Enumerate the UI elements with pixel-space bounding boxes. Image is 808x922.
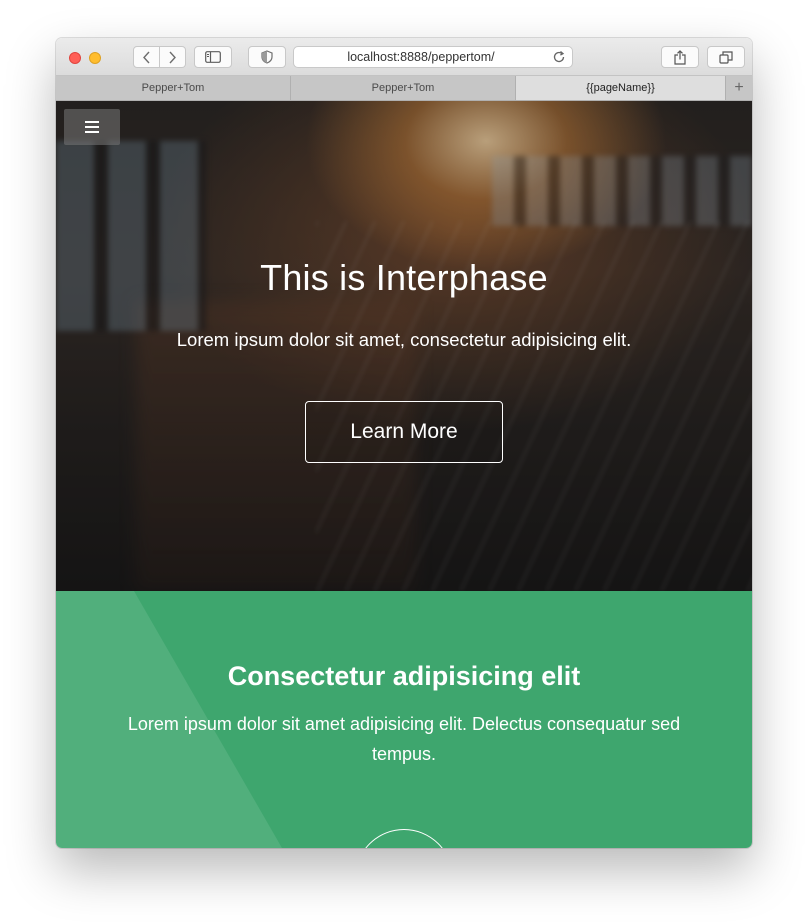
hero-title: This is Interphase	[260, 257, 548, 298]
feature-circle-icon	[355, 829, 453, 848]
browser-toolbar: localhost:8888/peppertom/	[56, 38, 752, 785]
tab-label: {{pageName}}	[586, 82, 655, 94]
learn-more-label: Learn More	[350, 420, 458, 443]
back-button[interactable]	[133, 46, 160, 68]
share-button[interactable]	[661, 46, 699, 68]
hamburger-icon	[85, 121, 99, 133]
chevron-right-icon	[169, 51, 176, 63]
tab-label: Pepper+Tom	[141, 82, 205, 94]
forward-button[interactable]	[159, 46, 186, 68]
feature-title: Consectetur adipisicing elit	[227, 661, 581, 691]
browser-window: localhost:8888/peppertom/ Pepper+Tom Pep…	[56, 38, 752, 848]
address-bar[interactable]: localhost:8888/peppertom/	[293, 46, 573, 68]
feature-section: Consectetur adipisicing elit Lorem ipsum…	[56, 591, 752, 848]
menu-toggle-button[interactable]	[64, 109, 120, 145]
reload-icon[interactable]	[552, 50, 566, 64]
tab-pepper-tom-1[interactable]: Pepper+Tom	[56, 76, 291, 100]
close-window-button[interactable]	[69, 52, 81, 64]
tab-pepper-tom-2[interactable]: Pepper+Tom	[291, 76, 516, 100]
address-url: localhost:8888/peppertom/	[347, 50, 495, 64]
new-tab-button[interactable]: +	[726, 76, 752, 100]
chevron-left-icon	[142, 51, 150, 63]
tab-bar: Pepper+Tom Pepper+Tom {{pageName}} +	[56, 76, 752, 101]
learn-more-button[interactable]: Learn More	[305, 401, 503, 463]
feature-body: Lorem ipsum dolor sit amet adipisicing e…	[127, 714, 681, 764]
shield-icon	[261, 50, 273, 64]
share-icon	[674, 49, 686, 65]
hero-subtitle: Lorem ipsum dolor sit amet, consectetur …	[176, 329, 632, 350]
plus-icon: +	[734, 79, 744, 96]
sidebar-icon	[205, 51, 221, 63]
tabs-overview-icon	[719, 50, 733, 64]
privacy-shield-button[interactable]	[248, 46, 286, 68]
tab-page-name[interactable]: {{pageName}}	[516, 76, 726, 100]
minimize-window-button[interactable]	[89, 52, 101, 64]
web-page: This is Interphase Lorem ipsum dolor sit…	[56, 101, 752, 848]
tab-overview-button[interactable]	[707, 46, 745, 68]
navigation-buttons	[133, 46, 186, 68]
sidebar-toggle-button[interactable]	[194, 46, 232, 68]
hero-section: This is Interphase Lorem ipsum dolor sit…	[56, 101, 752, 591]
tab-label: Pepper+Tom	[371, 82, 435, 94]
